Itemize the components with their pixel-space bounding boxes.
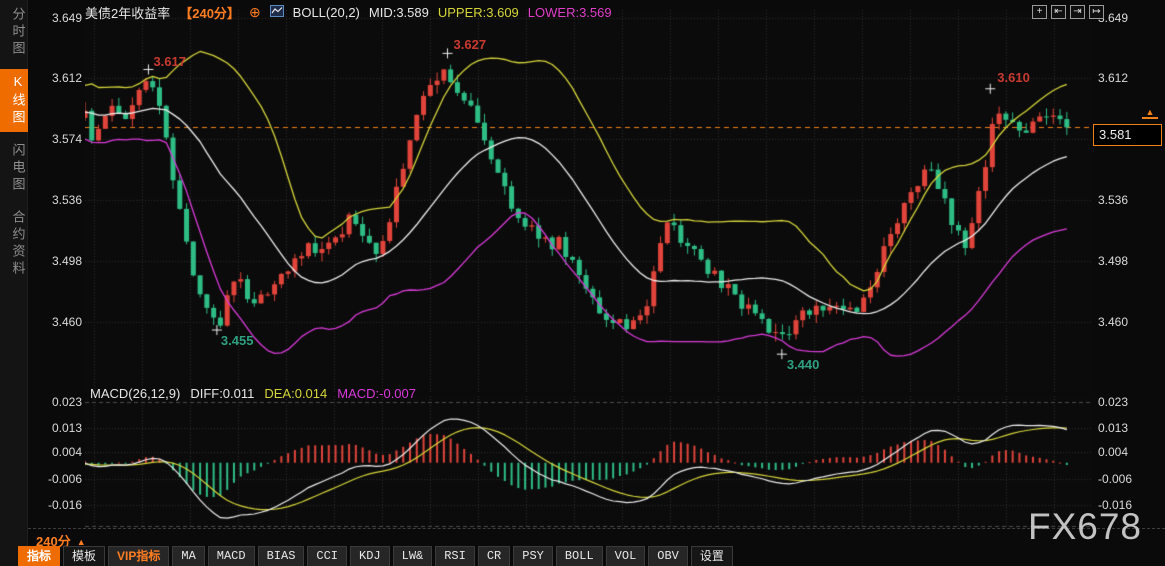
price-axis-label-left: 3.460 bbox=[30, 315, 82, 329]
macd-dea-value: DEA:0.014 bbox=[264, 386, 327, 402]
macd-axis-label-right: -0.006 bbox=[1098, 472, 1158, 486]
macd-axis-label-left: -0.006 bbox=[30, 472, 82, 486]
trading-app-window: 分时图 K线图闪电图合约资料 美债2年收益率 【240分】 ⊕ BOLL(20,2… bbox=[0, 0, 1165, 566]
period-label[interactable]: 【240分】 bbox=[179, 3, 240, 22]
toolbar-button-ma[interactable]: MA bbox=[172, 546, 204, 566]
toolbar-button-kdj[interactable]: KDJ bbox=[350, 546, 390, 566]
price-axis-label-right: 3.612 bbox=[1098, 71, 1158, 85]
price-axis-label-right: 3.536 bbox=[1098, 193, 1158, 207]
price-alert-marker-icon: ▲ bbox=[1142, 108, 1158, 119]
toolbar-button-cci[interactable]: CCI bbox=[307, 546, 347, 566]
price-axis-label-left: 3.498 bbox=[30, 254, 82, 268]
sidebar-tab-contract-info[interactable]: 合约资料 bbox=[0, 205, 28, 283]
macd-axis-label-left: 0.004 bbox=[30, 445, 82, 459]
price-annotation: 3.610 bbox=[997, 70, 1030, 85]
toolbar-button-vol[interactable]: VOL bbox=[606, 546, 646, 566]
macd-chart-canvas[interactable] bbox=[85, 396, 1092, 528]
sidebar-tab-kline[interactable]: K线图 bbox=[0, 69, 28, 132]
macd-axis-label-right: 0.013 bbox=[1098, 421, 1158, 435]
macd-macd-value: MACD:-0.007 bbox=[337, 386, 416, 402]
price-annotation: 3.617 bbox=[153, 54, 186, 69]
mini-chart-icon bbox=[270, 5, 284, 20]
toolbar-button-lw[interactable]: LW& bbox=[393, 546, 433, 566]
indicator-toolbar: 指标模板VIP指标MAMACDBIASCCIKDJLW&RSICRPSYBOLL… bbox=[18, 546, 733, 566]
macd-axis-label-right: 0.023 bbox=[1098, 395, 1158, 409]
toolbar-button-psy[interactable]: PSY bbox=[513, 546, 553, 566]
price-axis-label-right: 3.498 bbox=[1098, 254, 1158, 268]
macd-axis-label-left: 0.013 bbox=[30, 421, 82, 435]
fit-left-icon[interactable]: ⇤ bbox=[1051, 5, 1066, 19]
toolbar-button-bias[interactable]: BIAS bbox=[258, 546, 305, 566]
toolbar-button-boll[interactable]: BOLL bbox=[556, 546, 603, 566]
macd-header: MACD(26,12,9) DIFF:0.011 DEA:0.014 MACD:… bbox=[90, 386, 416, 402]
macd-axis-label-left: -0.016 bbox=[30, 498, 82, 512]
boll-mid-value: MID:3.589 bbox=[369, 5, 429, 20]
toolbar-button-indicators[interactable]: 指标 bbox=[18, 546, 60, 566]
toolbar-button-vip-indicators[interactable]: VIP指标 bbox=[108, 546, 169, 566]
sidebar-tab-flash[interactable]: 闪电图 bbox=[0, 138, 28, 199]
x-axis-date-row: 11/1911/2812/1012/1912/3001/1301/21 bbox=[0, 529, 1165, 546]
chart-tool-icons: + ⇤ ⇥ ↦ bbox=[1032, 5, 1104, 19]
pan-right-icon[interactable]: ↦ bbox=[1089, 5, 1104, 19]
toolbar-button-obv[interactable]: OBV bbox=[648, 546, 688, 566]
price-axis-label-left: 3.612 bbox=[30, 71, 82, 85]
boll-settings-label: BOLL(20,2) bbox=[293, 5, 360, 20]
boll-upper-value: UPPER:3.609 bbox=[438, 5, 519, 20]
sidebar-tab-time-share[interactable]: 分时图 bbox=[0, 2, 28, 63]
price-annotation: 3.440 bbox=[787, 357, 820, 372]
toolbar-button-rsi[interactable]: RSI bbox=[435, 546, 475, 566]
price-axis-label-left: 3.536 bbox=[30, 193, 82, 207]
current-price-tag: 3.581 bbox=[1093, 124, 1162, 146]
price-axis-label-right: 3.649 bbox=[1098, 11, 1158, 25]
price-axis-label-left: 3.574 bbox=[30, 132, 82, 146]
chart-type-sidebar: 分时图 K线图闪电图合约资料 bbox=[0, 0, 28, 566]
symbol-name: 美债2年收益率 bbox=[85, 3, 170, 22]
toolbar-button-macd[interactable]: MACD bbox=[208, 546, 255, 566]
chart-header: 美债2年收益率 【240分】 ⊕ BOLL(20,2) MID:3.589 UP… bbox=[85, 3, 612, 21]
macd-diff-value: DIFF:0.011 bbox=[190, 386, 254, 402]
price-annotation: 3.455 bbox=[221, 333, 254, 348]
macd-axis-label-left: 0.023 bbox=[30, 395, 82, 409]
macd-axis-label-right: 0.004 bbox=[1098, 445, 1158, 459]
macd-settings-label: MACD(26,12,9) bbox=[90, 386, 180, 402]
boll-lower-value: LOWER:3.569 bbox=[528, 5, 612, 20]
fit-right-icon[interactable]: ⇥ bbox=[1070, 5, 1085, 19]
price-axis-label-right: 3.460 bbox=[1098, 315, 1158, 329]
toolbar-button-settings[interactable]: 设置 bbox=[691, 546, 733, 566]
toolbar-button-cr[interactable]: CR bbox=[478, 546, 510, 566]
add-indicator-icon[interactable]: ⊕ bbox=[249, 5, 261, 19]
price-annotation: 3.627 bbox=[454, 37, 487, 52]
toolbar-button-template[interactable]: 模板 bbox=[63, 546, 105, 566]
crosshair-icon[interactable]: + bbox=[1032, 5, 1047, 19]
price-axis-label-left: 3.649 bbox=[30, 11, 82, 25]
